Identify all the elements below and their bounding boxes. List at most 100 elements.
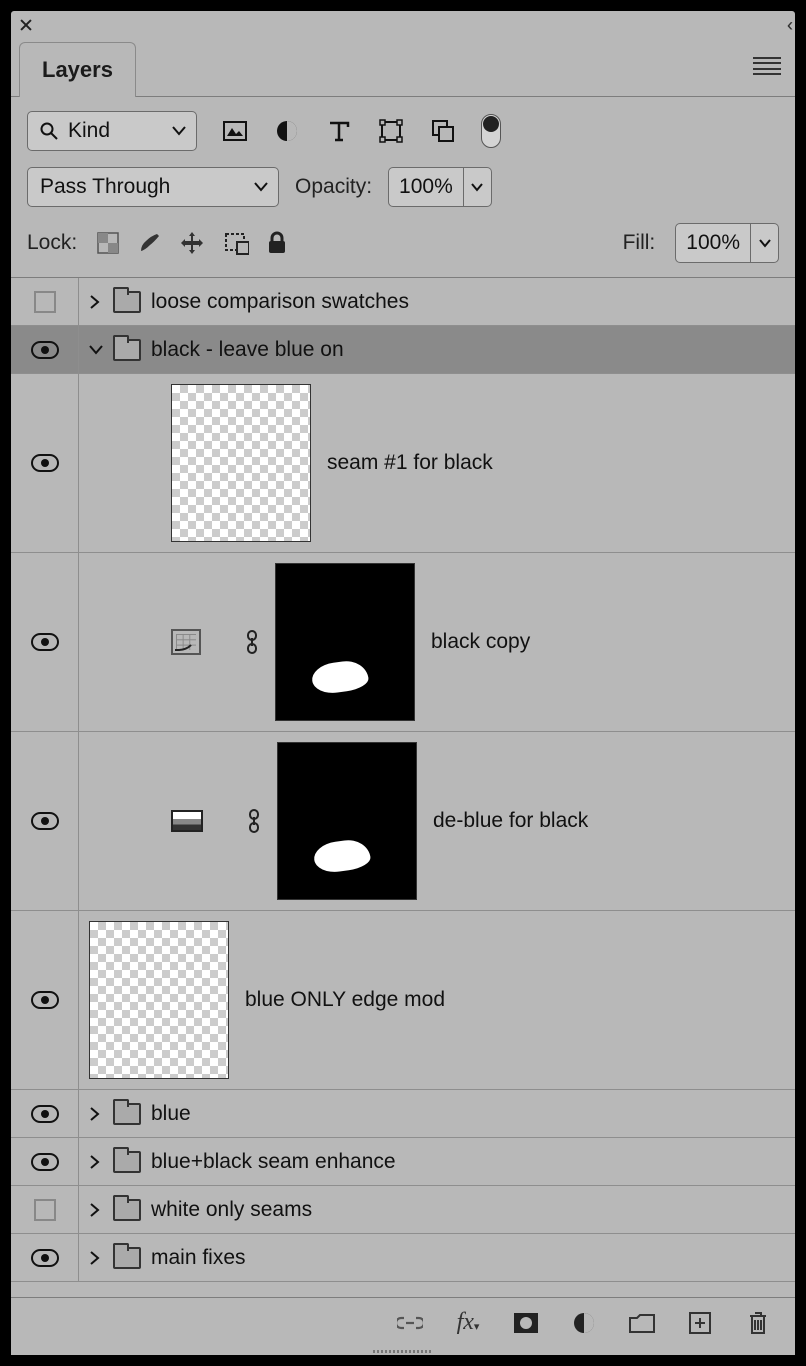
link-layers-icon[interactable]	[397, 1310, 423, 1336]
blend-mode-select[interactable]: Pass Through	[27, 167, 279, 207]
eye-off-icon	[34, 291, 56, 313]
chevron-right-icon[interactable]	[89, 1107, 109, 1121]
eye-off-icon	[34, 1199, 56, 1221]
filter-adjustment-icon[interactable]	[273, 117, 301, 145]
layer-name[interactable]: white only seams	[151, 1198, 312, 1222]
folder-icon	[113, 291, 141, 313]
bottom-toolbar: fx▾	[11, 1297, 795, 1347]
fill-input[interactable]: 100%	[675, 223, 751, 263]
chevron-down-icon	[254, 182, 268, 192]
new-adjustment-icon[interactable]	[571, 1310, 597, 1336]
visibility-toggle[interactable]	[11, 374, 79, 552]
chevron-right-icon[interactable]	[89, 1251, 109, 1265]
layer-row[interactable]: de-blue for black	[11, 732, 795, 911]
lock-icons	[97, 230, 287, 256]
layer-row[interactable]: blue+black seam enhance	[11, 1138, 795, 1186]
layer-name[interactable]: main fixes	[151, 1246, 246, 1270]
folder-icon	[113, 1103, 141, 1125]
chevron-down-icon	[172, 126, 186, 136]
folder-icon	[113, 339, 141, 361]
filter-kind-select[interactable]: Kind	[27, 111, 197, 151]
opacity-label: Opacity:	[295, 175, 372, 199]
fill-dropdown[interactable]	[751, 223, 779, 263]
lock-artboard-icon[interactable]	[223, 231, 249, 255]
eye-icon	[31, 1105, 59, 1123]
filter-toggle[interactable]	[481, 114, 501, 148]
visibility-toggle[interactable]	[11, 1186, 79, 1233]
filter-shape-icon[interactable]	[377, 117, 405, 145]
layer-name[interactable]: black - leave blue on	[151, 338, 344, 362]
layer-name[interactable]: seam #1 for black	[327, 451, 493, 475]
lock-position-icon[interactable]	[179, 230, 205, 256]
visibility-toggle[interactable]	[11, 326, 79, 373]
new-group-icon[interactable]	[629, 1310, 655, 1336]
folder-icon	[113, 1151, 141, 1173]
layer-row[interactable]: loose comparison swatches	[11, 278, 795, 326]
curves-icon	[171, 629, 201, 655]
chevron-down-icon[interactable]	[89, 344, 109, 356]
layer-list: loose comparison swatches black - leave b…	[11, 278, 795, 1297]
blend-mode-value: Pass Through	[40, 175, 170, 199]
visibility-toggle[interactable]	[11, 1234, 79, 1281]
layer-row[interactable]: main fixes	[11, 1234, 795, 1282]
filter-kind-label: Kind	[68, 119, 110, 143]
close-icon[interactable]	[19, 18, 33, 32]
layer-name[interactable]: blue	[151, 1102, 191, 1126]
mask-link-icon[interactable]	[245, 630, 263, 654]
layer-row[interactable]: blue	[11, 1090, 795, 1138]
layer-name[interactable]: blue+black seam enhance	[151, 1150, 396, 1174]
chevron-right-icon[interactable]	[89, 1203, 109, 1217]
mask-thumbnail[interactable]	[277, 742, 417, 900]
folder-icon	[113, 1199, 141, 1221]
filter-pixel-icon[interactable]	[221, 117, 249, 145]
lock-all-icon[interactable]	[267, 231, 287, 255]
lock-pixels-icon[interactable]	[137, 231, 161, 255]
visibility-toggle[interactable]	[11, 732, 79, 910]
eye-icon	[31, 812, 59, 830]
layers-panel: ‹‹ Layers Kind	[10, 10, 796, 1356]
search-icon	[40, 122, 58, 140]
visibility-toggle[interactable]	[11, 1090, 79, 1137]
layer-thumbnail[interactable]	[171, 384, 311, 542]
resize-grip[interactable]	[11, 1347, 795, 1355]
chevron-right-icon[interactable]	[89, 1155, 109, 1169]
opacity-dropdown[interactable]	[464, 167, 492, 207]
trash-icon[interactable]	[745, 1310, 771, 1336]
fx-icon[interactable]: fx▾	[455, 1310, 481, 1336]
layer-row[interactable]: white only seams	[11, 1186, 795, 1234]
layer-row[interactable]: black copy	[11, 553, 795, 732]
eye-icon	[31, 991, 59, 1009]
lock-transparency-icon[interactable]	[97, 232, 119, 254]
visibility-toggle[interactable]	[11, 278, 79, 325]
panel-menu-icon[interactable]	[753, 57, 781, 75]
filter-smartobject-icon[interactable]	[429, 117, 457, 145]
lock-label: Lock:	[27, 231, 77, 255]
layer-thumbnail[interactable]	[89, 921, 229, 1079]
layer-name[interactable]: blue ONLY edge mod	[245, 988, 445, 1012]
layer-name[interactable]: loose comparison swatches	[151, 290, 409, 314]
layer-name[interactable]: de-blue for black	[433, 809, 588, 833]
eye-icon	[31, 1249, 59, 1267]
lock-row: Lock: Fill: 100%	[11, 217, 795, 278]
visibility-toggle[interactable]	[11, 1138, 79, 1185]
filter-type-icon[interactable]	[325, 117, 353, 145]
visibility-toggle[interactable]	[11, 553, 79, 731]
opacity-input[interactable]: 100%	[388, 167, 464, 207]
layer-row[interactable]: black - leave blue on	[11, 326, 795, 374]
tab-layers[interactable]: Layers	[19, 42, 136, 97]
eye-icon	[31, 633, 59, 651]
chevron-right-icon[interactable]	[89, 295, 109, 309]
visibility-toggle[interactable]	[11, 911, 79, 1089]
eye-icon	[31, 454, 59, 472]
layer-name[interactable]: black copy	[431, 630, 530, 654]
layer-row[interactable]: seam #1 for black	[11, 374, 795, 553]
folder-icon	[113, 1247, 141, 1269]
layer-row[interactable]: blue ONLY edge mod	[11, 911, 795, 1090]
add-mask-icon[interactable]	[513, 1310, 539, 1336]
new-layer-icon[interactable]	[687, 1310, 713, 1336]
tab-row: Layers	[11, 39, 795, 97]
fill-label: Fill:	[623, 231, 656, 255]
mask-link-icon[interactable]	[247, 809, 265, 833]
mask-thumbnail[interactable]	[275, 563, 415, 721]
gradmap-icon	[171, 810, 203, 832]
